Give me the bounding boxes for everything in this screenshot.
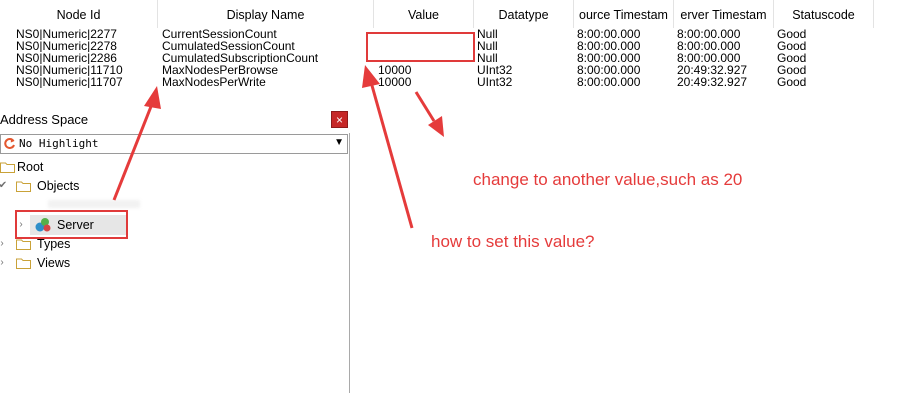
value-cell[interactable]: 10000 <box>378 76 411 88</box>
display-name-cell: MaxNodesPerWrite <box>162 76 266 88</box>
server-highlight-box <box>15 210 128 239</box>
arrow-down <box>414 91 436 122</box>
datatype-cell: Null <box>477 52 498 64</box>
statuscode-cell: Good <box>777 64 807 76</box>
close-button[interactable]: × <box>331 111 348 128</box>
annotation-change-value: change to another value,such as 20 <box>473 170 743 189</box>
value-cell[interactable]: 10000 <box>378 64 411 76</box>
folder-icon <box>16 258 31 269</box>
tree-item-label: Objects <box>37 179 80 193</box>
annotation-how-to-set: how to set this value? <box>431 232 595 251</box>
source-timestamp-cell: 8:00:00.000 <box>577 40 641 52</box>
source-timestamp-cell: 8:00:00.000 <box>577 28 641 40</box>
tree-item-label: Root <box>17 160 44 174</box>
statuscode-cell: Good <box>777 28 807 40</box>
column-header-statuscode[interactable]: Statuscode <box>774 0 874 28</box>
chevron-right-icon[interactable]: › <box>0 235 7 253</box>
node-id-cell: NS0|Numeric|11710 <box>16 64 123 76</box>
arrowhead <box>428 116 444 137</box>
node-id-cell: NS0|Numeric|2286 <box>16 52 117 64</box>
blurred-region <box>48 200 140 208</box>
column-header-node-id[interactable]: Node Id <box>0 0 158 28</box>
datatype-cell: Null <box>477 40 498 52</box>
chevron-down-icon[interactable]: ▼ <box>334 137 344 148</box>
display-name-cell: MaxNodesPerBrowse <box>162 64 279 76</box>
display-name-cell: CumulatedSubscriptionCount <box>162 52 319 64</box>
statuscode-cell: Good <box>777 76 807 88</box>
source-timestamp-cell: 8:00:00.000 <box>577 76 641 88</box>
statuscode-cell: Good <box>777 52 807 64</box>
highlight-select[interactable]: No Highlight ▼ <box>0 134 348 154</box>
statuscode-cell: Good <box>777 40 807 52</box>
table-row[interactable]: NS0|Numeric|11710 MaxNodesPerBrowse 1000… <box>0 64 901 76</box>
source-timestamp-cell: 8:00:00.000 <box>577 52 641 64</box>
folder-icon <box>0 162 15 173</box>
panel-title-bar[interactable]: Address Space × <box>0 106 350 133</box>
display-name-cell: CumulatedSessionCount <box>162 40 295 52</box>
highlight-select-value: No Highlight <box>19 137 99 150</box>
datatype-cell: UInt32 <box>477 64 513 76</box>
column-header-value[interactable]: Value <box>374 0 474 28</box>
tree-item-label: Views <box>37 256 71 270</box>
refresh-icon[interactable] <box>3 137 16 150</box>
address-space-tree: Root ✔ Objects › Server › Types › Views <box>0 156 349 393</box>
expanded-chevron-icon[interactable]: ✔ <box>0 177 8 195</box>
value-highlight-box <box>366 32 475 62</box>
datatype-cell: UInt32 <box>477 76 513 88</box>
server-timestamp-cell: 20:49:32.927 <box>677 76 748 88</box>
attribute-grid-header: Node Id Display Name Value Datatype ourc… <box>0 0 901 28</box>
column-header-display-name[interactable]: Display Name <box>158 0 374 28</box>
server-timestamp-cell: 8:00:00.000 <box>677 52 741 64</box>
source-timestamp-cell: 8:00:00.000 <box>577 64 641 76</box>
column-header-server-timestamp[interactable]: erver Timestam <box>674 0 774 28</box>
node-id-cell: NS0|Numeric|11707 <box>16 76 123 88</box>
address-space-panel: Address Space × No Highlight ▼ Root ✔ Ob… <box>0 106 350 393</box>
table-row[interactable]: NS0|Numeric|11707 MaxNodesPerWrite 10000… <box>0 76 901 88</box>
column-header-source-timestamp[interactable]: ource Timestam <box>574 0 674 28</box>
arrow-to-value-box <box>369 81 414 229</box>
folder-icon <box>16 181 31 192</box>
chevron-right-icon[interactable]: › <box>0 254 7 272</box>
server-timestamp-cell: 20:49:32.927 <box>677 64 748 76</box>
node-id-cell: NS0|Numeric|2277 <box>16 28 117 40</box>
server-timestamp-cell: 8:00:00.000 <box>677 28 741 40</box>
display-name-cell: CurrentSessionCount <box>162 28 277 40</box>
panel-title: Address Space <box>0 112 89 127</box>
datatype-cell: Null <box>477 28 498 40</box>
column-header-datatype[interactable]: Datatype <box>474 0 574 28</box>
folder-icon <box>16 239 31 250</box>
node-id-cell: NS0|Numeric|2278 <box>16 40 117 52</box>
server-timestamp-cell: 8:00:00.000 <box>677 40 741 52</box>
